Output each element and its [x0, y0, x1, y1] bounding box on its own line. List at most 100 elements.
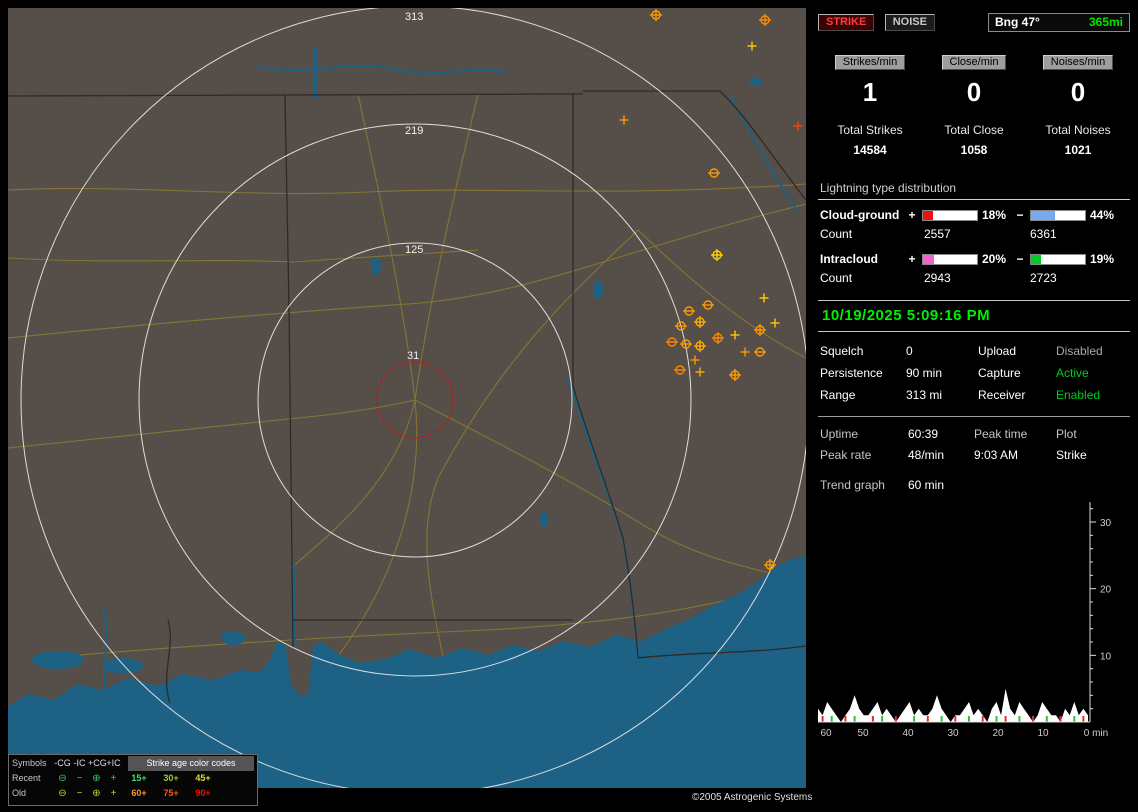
total-close-value: 1058 [960, 143, 988, 157]
x-tick-label: 50 [857, 728, 869, 739]
legend-strike-icon: ⊕ [92, 773, 101, 784]
persistence-value: 90 min [906, 366, 943, 380]
status-row-range: Range 313 mi Receiver Enabled [818, 388, 1130, 402]
noises-per-min-column: Noises/min 0 Total Noises 1021 [1026, 54, 1130, 157]
peak-time-label: Peak time [974, 427, 1028, 441]
event-mark [995, 716, 998, 722]
event-mark [981, 716, 984, 722]
ic-plus-pct: 20% [982, 252, 1007, 266]
event-mark [1073, 716, 1076, 722]
legend-age-title: Strike age color codes [128, 756, 254, 771]
range-ring-label: 219 [405, 125, 423, 137]
age-code: 15+ [131, 773, 147, 783]
y-tick-label: 10 [1100, 651, 1112, 662]
strikes-per-min-value: 1 [862, 77, 878, 107]
status-row-squelch: Squelch 0 Upload Disabled [818, 344, 1130, 358]
noise-toggle-button[interactable]: NOISE [884, 14, 935, 31]
ic-minus-pct: 19% [1090, 252, 1115, 266]
divider [818, 416, 1130, 417]
ic-minus-count: 2723 [1030, 271, 1057, 285]
legend-strike-icon: + [110, 788, 117, 799]
trend-graph: 10 20 30 60 50 40 30 20 10 0 min [818, 502, 1112, 739]
y-tick-label: 20 [1100, 585, 1112, 596]
event-mark [1045, 716, 1048, 722]
ic-plus-count: 2943 [924, 271, 951, 285]
squelch-label: Squelch [820, 344, 864, 358]
strikes-per-min-column: Strikes/min 1 Total Strikes 14584 [818, 54, 922, 157]
distribution-title: Lightning type distribution [818, 181, 1130, 200]
peak-rate-value: 48/min [908, 448, 945, 462]
minus-sign: − [1016, 252, 1024, 266]
x-tick-label: 20 [992, 728, 1004, 739]
capture-value: Active [1056, 366, 1089, 380]
bearing-label: Bng 47° [995, 15, 1040, 29]
x-tick-label: 10 [1037, 728, 1049, 739]
age-code: 30+ [163, 773, 179, 783]
cg-plus-count: 2557 [924, 227, 951, 241]
strikes-per-min-label: Strikes/min [834, 55, 906, 70]
panel-toolbar: STRIKE NOISE Bng 47° 365mi [818, 13, 1130, 34]
capture-label: Capture [978, 366, 1021, 380]
event-mark [830, 716, 833, 722]
uptime-value: 60:39 [908, 427, 939, 441]
map-svg[interactable]: 313 219 125 31 [8, 8, 806, 788]
legend-col-pic: +IC [106, 758, 121, 768]
event-mark [954, 716, 957, 722]
legend-strike-icon: ⊖ [58, 773, 67, 784]
noises-per-min-label: Noises/min [1042, 55, 1114, 70]
upload-value: Disabled [1056, 344, 1103, 358]
plus-sign: + [908, 252, 916, 266]
legend-col-ncg: -CG [54, 758, 71, 768]
event-mark [1032, 716, 1035, 722]
range-value: 313 mi [906, 388, 943, 402]
cg-plus-bar [922, 209, 978, 221]
total-noises-value: 1021 [1064, 143, 1092, 157]
event-mark [821, 716, 824, 722]
legend-strike-icon: − [76, 773, 83, 784]
event-mark [844, 716, 847, 722]
receiver-value: Enabled [1056, 388, 1101, 402]
legend-strike-icon: − [76, 788, 83, 799]
ic-plus-bar [922, 253, 978, 265]
legend-strike-icon: ⊖ [58, 788, 67, 799]
legend-strike-icon: ⊕ [92, 788, 101, 799]
bearing-range: 365mi [1088, 15, 1123, 29]
receiver-label: Receiver [978, 388, 1026, 402]
persistence-label: Persistence [820, 366, 883, 380]
event-mark [968, 716, 970, 722]
age-code: 90+ [195, 788, 211, 798]
cg-plus-pct: 18% [982, 208, 1007, 222]
close-per-min-label: Close/min [941, 55, 1007, 70]
y-tick-label: 30 [1100, 518, 1112, 529]
event-mark [1059, 716, 1062, 722]
intracloud-label: Intracloud [820, 252, 879, 266]
event-mark [1004, 716, 1007, 722]
event-mark [853, 716, 856, 722]
count-label: Count [820, 227, 853, 241]
lightning-map[interactable]: 313 219 125 31 [8, 8, 806, 788]
squelch-value: 0 [906, 344, 913, 358]
event-mark [881, 716, 884, 722]
stormvue-window: 313 219 125 31 Symbols -CG -IC +CG +IC Stri… [0, 0, 1138, 812]
cg-minus-pct: 44% [1090, 208, 1115, 222]
intracloud-row: Intracloud + 20% − 19% [818, 252, 1130, 266]
x-tick-label: 40 [902, 728, 914, 739]
strike-toggle-button[interactable]: STRIKE [818, 14, 875, 31]
minus-sign: − [1016, 208, 1024, 222]
event-mark [1082, 716, 1085, 722]
range-ring-label: 313 [405, 11, 423, 23]
age-code: 75+ [163, 788, 179, 798]
legend-row: Old ⊖ − ⊕ +60+ 75+ 90+ [12, 786, 254, 801]
legend-strike-icon: + [110, 773, 117, 784]
ic-minus-bar [1030, 253, 1086, 265]
legend-rows: Recent ⊖ − ⊕ +15+ 30+ 45+ Old ⊖ − ⊕ +60+ 75+ 90+ [12, 771, 254, 801]
event-mark [894, 716, 897, 722]
noises-per-min-value: 0 [1070, 77, 1086, 107]
x-tick-label: 0 min [1084, 728, 1108, 739]
close-per-min-column: Close/min 0 Total Close 1058 [922, 54, 1026, 157]
cloud-ground-counts: Count 2557 6361 [818, 227, 1130, 242]
intracloud-counts: Count 2943 2723 [818, 271, 1130, 286]
plot-value: Strike [1056, 448, 1087, 462]
x-tick-label: 30 [947, 728, 959, 739]
plot-label: Plot [1056, 427, 1077, 441]
